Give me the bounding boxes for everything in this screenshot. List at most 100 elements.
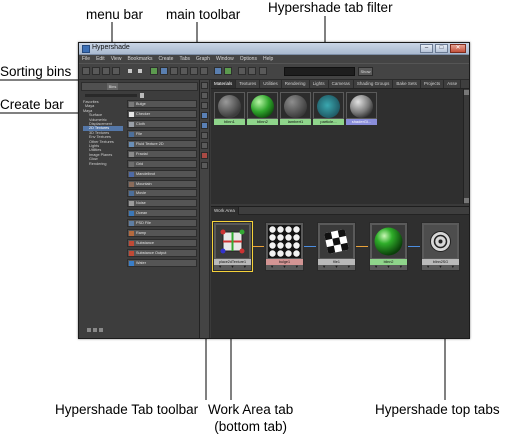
port-arrow-icon[interactable]: ▼ (218, 264, 222, 269)
footer-right-arrow-icon[interactable] (93, 328, 97, 332)
create-node-button[interactable]: Mandelbrot (127, 169, 197, 178)
input-output-connections-icon[interactable] (190, 67, 198, 75)
hide-swatch-icon[interactable] (248, 67, 256, 75)
scroll-up-icon[interactable] (464, 90, 469, 95)
create-node-button[interactable]: Cloth (127, 119, 197, 128)
work-area-tab[interactable]: Work Area (211, 207, 239, 215)
create-node-button[interactable]: Fractal (127, 149, 197, 158)
tab-filter-button[interactable]: Show (358, 67, 373, 76)
port-arrow-icon[interactable]: ▼ (270, 264, 274, 269)
shading-node[interactable]: blinn2 ▼ ▼ ▼ (369, 222, 408, 271)
menu-create[interactable]: Create (158, 56, 173, 62)
top-tab[interactable]: Rendering (282, 80, 310, 88)
port-arrow-icon[interactable]: ▼ (399, 264, 403, 269)
menu-bookmarks[interactable]: Bookmarks (127, 56, 152, 62)
toggle-create-bar-icon[interactable] (82, 67, 90, 75)
tab-toolbar-expand-icon[interactable] (201, 162, 208, 169)
create-node-button[interactable]: PSD File (127, 219, 197, 228)
maximize-button[interactable]: □ (435, 44, 448, 53)
tab-toolbar-sort-type-icon[interactable] (201, 122, 208, 129)
footer-left-arrow-icon[interactable] (87, 328, 91, 332)
top-tab[interactable]: Projects (421, 80, 445, 88)
create-node-button[interactable]: Mountain (127, 179, 197, 188)
close-button[interactable]: ✕ (450, 44, 466, 53)
port-arrow-icon[interactable]: ▼ (347, 264, 351, 269)
create-node-button[interactable]: Substance Output (127, 249, 197, 258)
port-arrow-icon[interactable]: ▼ (387, 264, 391, 269)
create-node-button[interactable]: Checker (127, 109, 197, 118)
menu-help[interactable]: Help (263, 56, 273, 62)
top-tab[interactable]: Textures (236, 80, 261, 88)
grid-view-icon[interactable] (126, 67, 134, 75)
bins-tab[interactable]: Bins (107, 83, 118, 90)
tab-toolbar-remove-icon[interactable] (201, 152, 208, 159)
clear-graph-icon[interactable] (170, 67, 178, 75)
list-view-icon[interactable] (136, 67, 144, 75)
graph-down-icon[interactable] (224, 67, 232, 75)
create-node-button[interactable]: Substance (127, 239, 197, 248)
create-node-button[interactable]: Movie (127, 189, 197, 198)
port-arrow-icon[interactable]: ▼ (283, 264, 287, 269)
top-tab[interactable]: Utilities (260, 80, 282, 88)
create-node-button[interactable]: Grid (127, 159, 197, 168)
top-tabs-scrollbar[interactable] (463, 89, 469, 204)
menu-view[interactable]: View (111, 56, 122, 62)
port-arrow-icon[interactable]: ▼ (322, 264, 326, 269)
menu-options[interactable]: Options (240, 56, 257, 62)
create-node-button[interactable]: Ocean (127, 209, 197, 218)
port-arrow-icon[interactable]: ▼ (451, 264, 455, 269)
tab-filter-input[interactable] (284, 67, 355, 76)
create-node-button[interactable]: Bulge (127, 100, 197, 108)
output-connections-icon[interactable] (200, 67, 208, 75)
work-area-panel[interactable]: Work Area place2dTexture1 ▼ ▼ ▼ bulge1 ▼ ▼ ▼ fil… (211, 206, 469, 338)
create-node-button[interactable]: Noise (127, 199, 197, 208)
menu-edit[interactable]: Edit (96, 56, 105, 62)
shading-node[interactable]: file1 ▼ ▼ ▼ (317, 222, 356, 271)
title-bar[interactable]: Hypershade – □ ✕ (79, 43, 469, 55)
tab-toolbar-sort-name-icon[interactable] (201, 112, 208, 119)
top-tab[interactable]: Asse (444, 80, 462, 88)
render-icon[interactable] (150, 67, 158, 75)
tab-toolbar-small-icons-icon[interactable] (201, 102, 208, 109)
tab-toolbar-sort-time-icon[interactable] (201, 132, 208, 139)
top-tab[interactable]: Shading Groups (354, 80, 394, 88)
graph-up-icon[interactable] (214, 67, 222, 75)
tab-toolbar-list-icon[interactable] (201, 92, 208, 99)
menu-file[interactable]: File (82, 56, 90, 62)
create-node-button[interactable]: Water (127, 259, 197, 267)
graph-materials-icon[interactable] (160, 67, 168, 75)
slider-handle[interactable] (140, 93, 144, 98)
material-swatch[interactable]: particle... (313, 92, 344, 125)
port-arrow-icon[interactable]: ▼ (295, 264, 299, 269)
show-top-tabs-icon[interactable] (92, 67, 100, 75)
material-swatch[interactable]: lambert1 (280, 92, 311, 125)
input-connections-icon[interactable] (180, 67, 188, 75)
tab-toolbar-reverse-icon[interactable] (201, 142, 208, 149)
top-tab[interactable]: Cameras (329, 80, 354, 88)
shading-node[interactable]: place2dTexture1 ▼ ▼ ▼ (212, 221, 253, 272)
menu-window[interactable]: Window (216, 56, 234, 62)
port-arrow-icon[interactable]: ▼ (335, 264, 339, 269)
top-tab[interactable]: Materials (211, 80, 237, 88)
port-arrow-icon[interactable]: ▼ (231, 264, 235, 269)
swatch-toggle-icon[interactable] (238, 67, 246, 75)
show-both-tabs-icon[interactable] (112, 67, 120, 75)
minimize-button[interactable]: – (420, 44, 433, 53)
tree-item[interactable]: Rendering (83, 162, 123, 166)
port-arrow-icon[interactable]: ▼ (374, 264, 378, 269)
tab-toolbar-grid-icon[interactable] (201, 82, 208, 89)
show-bottom-tabs-icon[interactable] (102, 67, 110, 75)
material-swatch[interactable]: blinn1 (214, 92, 245, 125)
footer-end-arrow-icon[interactable] (99, 328, 103, 332)
shading-node[interactable]: bulge1 ▼ ▼ ▼ (265, 222, 304, 271)
shading-node[interactable]: blinn2SG ▼ ▼ ▼ (421, 222, 460, 271)
port-arrow-icon[interactable]: ▼ (439, 264, 443, 269)
port-arrow-icon[interactable]: ▼ (243, 264, 247, 269)
swatch-size-slider[interactable] (85, 93, 197, 98)
rearrange-graph-icon[interactable] (259, 67, 267, 75)
top-tab[interactable]: Lights (310, 80, 329, 88)
material-swatch[interactable]: blinn2 (247, 92, 278, 125)
port-arrow-icon[interactable]: ▼ (426, 264, 430, 269)
menu-graph[interactable]: Graph (196, 56, 210, 62)
top-tab[interactable]: Bake Sets (393, 80, 421, 88)
